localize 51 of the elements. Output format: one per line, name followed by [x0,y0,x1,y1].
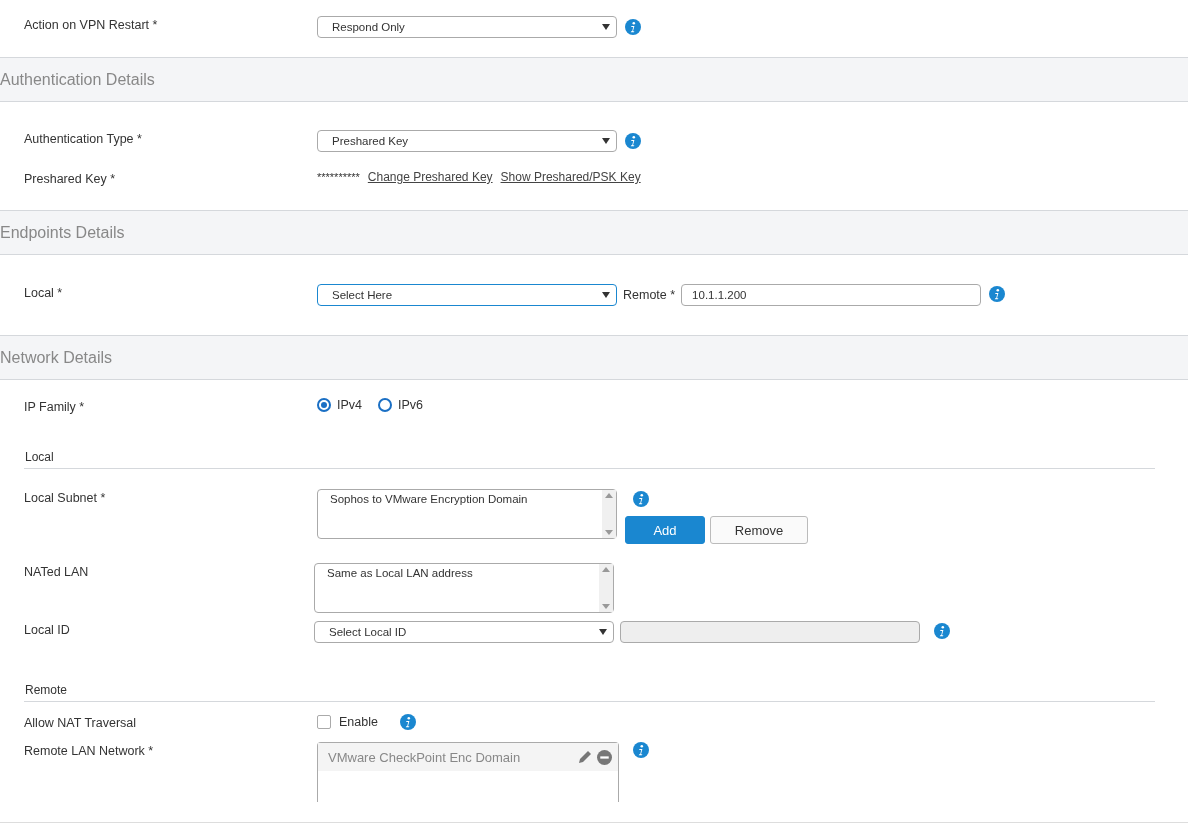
option-label: Enable [339,715,378,729]
scroll-down-icon[interactable] [602,604,610,609]
subsection-title: Remote [25,683,68,697]
caret-icon [602,292,610,298]
info-icon[interactable] [633,491,649,507]
radio-button[interactable] [378,398,392,412]
subsection-title: Local [25,450,54,464]
minus-circle-icon[interactable] [597,749,612,765]
add-button[interactable]: Add [625,516,705,544]
field-label: Action on VPN Restart * [24,17,159,32]
info-icon[interactable] [625,19,641,35]
dropdown[interactable]: Preshared Key [317,130,617,152]
pencil-icon[interactable] [577,749,593,765]
scroll-up-icon[interactable] [605,493,613,498]
field-label: Authentication Type * [24,131,143,146]
checkbox[interactable] [317,715,331,729]
section-header: Authentication Details [0,57,1188,102]
info-icon[interactable] [633,742,649,758]
field-label: Local Subnet * [24,490,107,505]
caret-icon [602,138,610,144]
field-label: IP Family * [24,399,86,414]
field-label: NATed LAN [24,564,90,579]
scroll-up-icon[interactable] [602,567,610,572]
list-box[interactable]: Sophos to VMware Encryption Domain [317,489,617,539]
caret-icon [599,629,607,635]
masked-key: ********** [317,171,360,183]
info-icon[interactable] [625,133,641,149]
scroll-down-icon[interactable] [605,530,613,535]
dropdown[interactable]: Select Here [317,284,617,306]
caret-icon [602,24,610,30]
info-icon[interactable] [989,285,1006,302]
field-label: Remote LAN Network * [24,743,155,758]
link[interactable]: Show Preshared/PSK Key [500,170,641,184]
link[interactable]: Change Preshared Key [367,170,493,184]
field-label: Remote * [623,288,676,302]
info-icon[interactable] [399,714,416,730]
section-header: Endpoints Details [0,210,1188,255]
dropdown[interactable]: Select Local ID [314,621,614,643]
option-label: IPv6 [398,398,424,412]
remove-button[interactable]: Remove [710,516,808,544]
input-field[interactable]: 10.1.1.200 [681,284,982,306]
field-label: Allow NAT Traversal [24,715,138,730]
list-box[interactable]: Same as Local LAN address [314,563,614,613]
field-label: Preshared Key * [24,171,117,186]
field-label: Local * [24,285,64,300]
section-header: Network Details [0,335,1188,380]
dropdown[interactable]: Respond Only [317,16,617,38]
option-label: IPv4 [337,398,362,412]
radio-button[interactable] [317,398,331,412]
field-label: Local ID [24,622,71,637]
info-icon[interactable] [934,622,950,639]
